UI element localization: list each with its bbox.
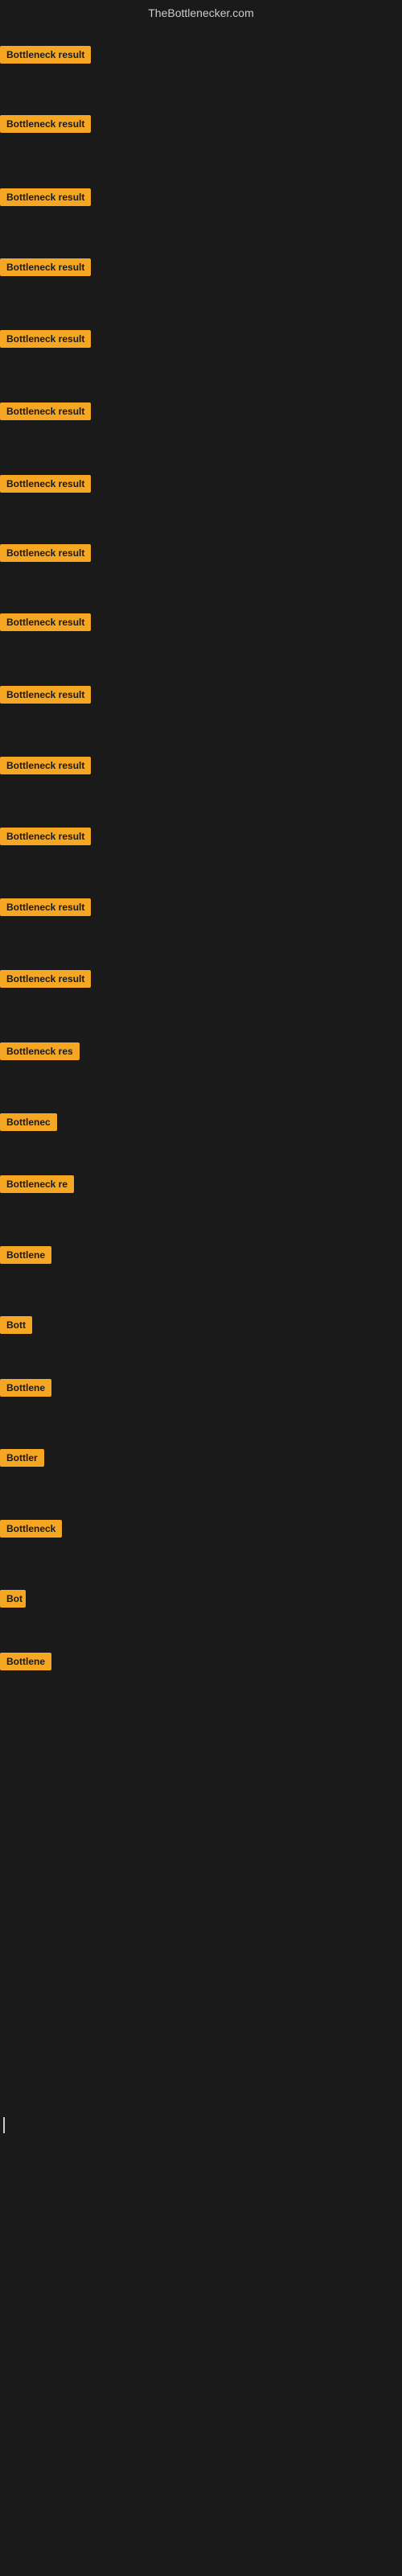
result-row-23: Bot	[0, 1590, 26, 1608]
bottleneck-badge-24: Bottlene	[0, 1653, 51, 1670]
bottleneck-badge-7: Bottleneck result	[0, 475, 91, 493]
bottleneck-badge-17: Bottleneck re	[0, 1175, 74, 1193]
result-row-15: Bottleneck res	[0, 1042, 80, 1060]
result-row-14: Bottleneck result	[0, 970, 91, 988]
bottleneck-badge-5: Bottleneck result	[0, 330, 91, 348]
bottleneck-badge-21: Bottler	[0, 1449, 44, 1467]
bottleneck-badge-12: Bottleneck result	[0, 828, 91, 845]
site-title: TheBottlenecker.com	[148, 6, 254, 19]
result-row-9: Bottleneck result	[0, 613, 91, 631]
result-row-19: Bott	[0, 1316, 32, 1334]
bottleneck-badge-16: Bottlenec	[0, 1113, 57, 1131]
bottleneck-badge-3: Bottleneck result	[0, 188, 91, 206]
bottleneck-badge-22: Bottleneck	[0, 1520, 62, 1538]
result-row-16: Bottlenec	[0, 1113, 57, 1131]
bottleneck-badge-11: Bottleneck result	[0, 757, 91, 774]
result-row-13: Bottleneck result	[0, 898, 91, 916]
bottleneck-badge-2: Bottleneck result	[0, 115, 91, 133]
result-row-3: Bottleneck result	[0, 188, 91, 206]
result-row-18: Bottlene	[0, 1246, 51, 1264]
result-row-1: Bottleneck result	[0, 46, 91, 64]
result-row-24: Bottlene	[0, 1653, 51, 1670]
bottleneck-badge-18: Bottlene	[0, 1246, 51, 1264]
result-row-22: Bottleneck	[0, 1520, 62, 1538]
bottleneck-badge-14: Bottleneck result	[0, 970, 91, 988]
result-row-5: Bottleneck result	[0, 330, 91, 348]
result-row-7: Bottleneck result	[0, 475, 91, 493]
bottleneck-badge-10: Bottleneck result	[0, 686, 91, 704]
result-row-17: Bottleneck re	[0, 1175, 74, 1193]
bottleneck-badge-20: Bottlene	[0, 1379, 51, 1397]
bottleneck-badge-8: Bottleneck result	[0, 544, 91, 562]
result-row-4: Bottleneck result	[0, 258, 91, 276]
bottleneck-badge-1: Bottleneck result	[0, 46, 91, 64]
results-container	[0, 24, 402, 31]
result-row-20: Bottlene	[0, 1379, 51, 1397]
result-row-11: Bottleneck result	[0, 757, 91, 774]
result-row-8: Bottleneck result	[0, 544, 91, 562]
result-row-10: Bottleneck result	[0, 686, 91, 704]
bottleneck-badge-13: Bottleneck result	[0, 898, 91, 916]
site-header: TheBottlenecker.com	[0, 0, 402, 24]
bottleneck-badge-23: Bot	[0, 1590, 26, 1608]
bottleneck-badge-9: Bottleneck result	[0, 613, 91, 631]
result-row-21: Bottler	[0, 1449, 44, 1467]
result-row-12: Bottleneck result	[0, 828, 91, 845]
result-row-2: Bottleneck result	[0, 115, 91, 133]
result-row-6: Bottleneck result	[0, 402, 91, 420]
bottleneck-badge-6: Bottleneck result	[0, 402, 91, 420]
bottleneck-badge-4: Bottleneck result	[0, 258, 91, 276]
cursor	[3, 2117, 5, 2133]
bottleneck-badge-19: Bott	[0, 1316, 32, 1334]
bottleneck-badge-15: Bottleneck res	[0, 1042, 80, 1060]
